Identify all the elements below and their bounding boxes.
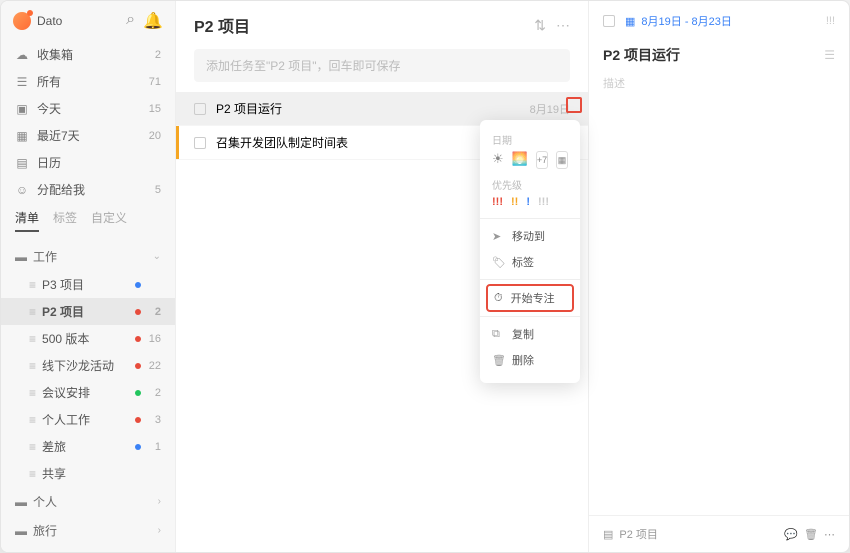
sort-icon[interactable]: ⇅ bbox=[534, 17, 546, 34]
search-icon[interactable]: ⌕ bbox=[126, 11, 135, 31]
mini-calendar[interactable]: 日一二三四五六 11121314151617 bbox=[1, 545, 175, 553]
list-item[interactable]: ≡线下沙龙活动22 bbox=[1, 352, 175, 379]
filter-icon[interactable]: ☰ bbox=[824, 48, 835, 62]
checkbox[interactable] bbox=[194, 103, 206, 115]
nav-label: 收集箱 bbox=[37, 46, 73, 63]
list-item[interactable]: ≡个人工作3 bbox=[1, 406, 175, 433]
list-item[interactable]: ≡共享 bbox=[1, 460, 175, 487]
page-title: P2 项目 bbox=[194, 13, 534, 37]
custom-date-icon[interactable]: ▦ bbox=[556, 151, 568, 169]
list-item[interactable]: ≡P3 项目 bbox=[1, 271, 175, 298]
detail-list-name[interactable]: P2 项目 bbox=[619, 526, 658, 542]
tab-custom[interactable]: 自定义 bbox=[91, 209, 127, 232]
group-personal[interactable]: ▬ 个人 › bbox=[1, 487, 175, 516]
priority-icon[interactable]: !!! bbox=[826, 15, 835, 27]
priority-none[interactable]: !!! bbox=[538, 196, 549, 208]
nav-assigned[interactable]: ☺分配给我5 bbox=[1, 176, 175, 203]
app-logo bbox=[13, 12, 31, 30]
tomorrow-icon[interactable]: 🌅 bbox=[512, 151, 528, 169]
context-menu: 日期 ☀ 🌅 +7 ▦ 优先级 !!! !! ! !!! ➤移动到 🏷标签 ⏱开… bbox=[480, 120, 580, 383]
tag-icon: 🏷 bbox=[492, 256, 504, 269]
date-range[interactable]: 8月19日 - 8月23日 bbox=[641, 13, 825, 29]
ctx-start-focus[interactable]: ⏱开始专注 bbox=[486, 284, 574, 312]
tab-lists[interactable]: 清单 bbox=[15, 209, 39, 232]
user-icon: ☺ bbox=[15, 183, 29, 197]
chevron-right-icon: › bbox=[158, 496, 161, 507]
nav-label: 日历 bbox=[37, 154, 61, 171]
group-label: 个人 bbox=[33, 493, 57, 510]
group-label: 旅行 bbox=[33, 522, 57, 539]
ctx-tags[interactable]: 🏷标签 bbox=[480, 249, 580, 275]
list-item[interactable]: ≡会议安排2 bbox=[1, 379, 175, 406]
ctx-move-to[interactable]: ➤移动到 bbox=[480, 223, 580, 249]
folder-icon: ▬ bbox=[15, 524, 27, 538]
sidebar: Dato ⌕ 🔔 ☁收集箱2 ☰所有71 ▣今天15 ▦最近7天20 ▤日历 ☺… bbox=[1, 1, 176, 552]
trash-icon: 🗑 bbox=[492, 354, 504, 367]
more-icon[interactable]: ⋯ bbox=[556, 17, 570, 34]
list-item[interactable]: ≡P2 项目2 bbox=[1, 298, 175, 325]
nav-today[interactable]: ▣今天15 bbox=[1, 95, 175, 122]
tab-tags[interactable]: 标签 bbox=[53, 209, 77, 232]
nav-label: 今天 bbox=[37, 100, 61, 117]
week-icon: ▦ bbox=[15, 129, 29, 143]
list-item[interactable]: ≡500 版本16 bbox=[1, 325, 175, 352]
highlight-annotation bbox=[566, 97, 582, 113]
list-icon: ▤ bbox=[603, 528, 613, 541]
ctx-delete[interactable]: 🗑删除 bbox=[480, 347, 580, 373]
move-icon: ➤ bbox=[492, 230, 504, 243]
chevron-down-icon: ⌄ bbox=[153, 251, 161, 262]
comment-icon[interactable]: 💬 bbox=[784, 528, 798, 541]
sidebar-header: Dato ⌕ 🔔 bbox=[1, 1, 175, 41]
chevron-right-icon: › bbox=[158, 525, 161, 536]
nav-label: 所有 bbox=[37, 73, 61, 90]
calendar-icon: ▤ bbox=[15, 156, 29, 170]
nav-week[interactable]: ▦最近7天20 bbox=[1, 122, 175, 149]
folder-icon: ▬ bbox=[15, 495, 27, 509]
priority-high[interactable]: !!! bbox=[492, 196, 503, 208]
group-label: 工作 bbox=[33, 248, 57, 265]
priority-med[interactable]: !! bbox=[511, 196, 518, 208]
inbox-icon: ☁ bbox=[15, 48, 29, 62]
calendar-icon[interactable]: ▦ bbox=[625, 15, 635, 28]
sidebar-tabs: 清单 标签 自定义 bbox=[1, 203, 175, 232]
nav-calendar[interactable]: ▤ 日历 bbox=[1, 149, 175, 176]
all-icon: ☰ bbox=[15, 75, 29, 89]
nextweek-icon[interactable]: +7 bbox=[536, 151, 548, 169]
today-icon: ▣ bbox=[15, 102, 29, 116]
ctx-date-label: 日期 bbox=[492, 132, 568, 147]
group-travel[interactable]: ▬ 旅行 › bbox=[1, 516, 175, 545]
description-input[interactable]: 描述 bbox=[589, 75, 849, 91]
folder-icon: ▬ bbox=[15, 250, 27, 264]
bell-icon[interactable]: 🔔 bbox=[143, 11, 163, 31]
detail-title[interactable]: P2 项目运行 bbox=[603, 45, 824, 65]
checkbox[interactable] bbox=[194, 137, 206, 149]
priority-low[interactable]: ! bbox=[526, 196, 530, 208]
nav-label: 最近7天 bbox=[37, 127, 80, 144]
today-icon[interactable]: ☀ bbox=[492, 151, 504, 169]
detail-panel: ▦ 8月19日 - 8月23日 !!! P2 项目运行 ☰ 描述 ▤ P2 项目… bbox=[589, 1, 849, 552]
list-item[interactable]: ≡差旅1 bbox=[1, 433, 175, 460]
nav-all[interactable]: ☰所有71 bbox=[1, 68, 175, 95]
nav-inbox[interactable]: ☁收集箱2 bbox=[1, 41, 175, 68]
ctx-copy[interactable]: ⧉复制 bbox=[480, 321, 580, 347]
ctx-priority-label: 优先级 bbox=[492, 177, 568, 192]
brand-name: Dato bbox=[37, 14, 120, 28]
pomodoro-icon: ⏱ bbox=[494, 292, 503, 305]
nav-label: 分配给我 bbox=[37, 181, 85, 198]
add-task-input[interactable]: 添加任务至"P2 项目"，回车即可保存 bbox=[194, 49, 570, 82]
trash-icon[interactable]: 🗑 bbox=[804, 528, 818, 541]
more-icon[interactable]: ⋯ bbox=[824, 528, 835, 541]
group-work[interactable]: ▬ 工作 ⌄ bbox=[1, 242, 175, 271]
copy-icon: ⧉ bbox=[492, 328, 504, 341]
checkbox[interactable] bbox=[603, 15, 615, 27]
